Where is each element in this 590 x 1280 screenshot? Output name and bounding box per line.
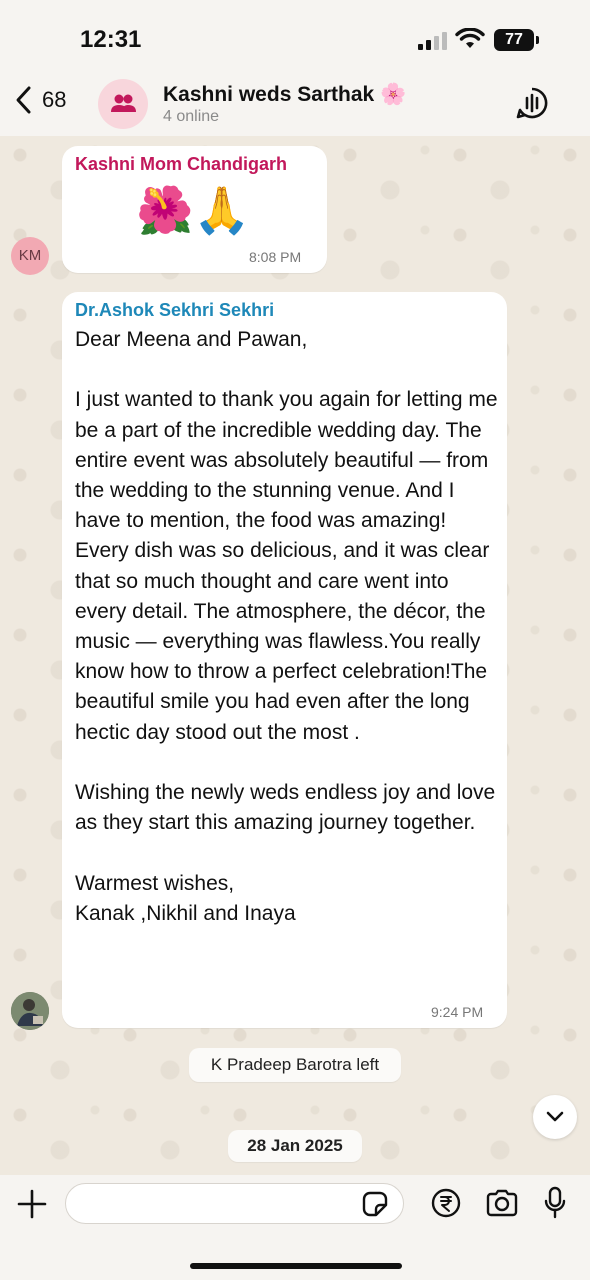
avatar[interactable]: KM: [11, 237, 49, 275]
status-bar: 12:31 77: [0, 0, 590, 70]
message-emoji: 🌺🙏: [136, 184, 251, 236]
home-indicator: [190, 1263, 402, 1269]
chat-header: 68 Kashni weds Sarthak 🌸 4 online: [0, 70, 590, 136]
battery-icon: 77: [494, 29, 539, 51]
group-name[interactable]: Kashni weds Sarthak 🌸: [163, 83, 406, 107]
message-sender[interactable]: Dr.Ashok Sekhri Sekhri: [75, 300, 274, 321]
date-separator: 28 Jan 2025: [228, 1130, 362, 1162]
message-time: 8:08 PM: [249, 249, 302, 265]
message-bubble[interactable]: Kashni Mom Chandigarh 🌺🙏 8:08 PM: [62, 146, 327, 273]
back-chevron-icon: [16, 86, 31, 114]
call-icon[interactable]: [515, 86, 549, 120]
mic-icon[interactable]: [543, 1186, 567, 1220]
group-icon: [111, 94, 136, 112]
chevron-down-icon: [546, 1111, 564, 1122]
status-time: 12:31: [80, 26, 142, 53]
back-button[interactable]: 68: [14, 84, 66, 116]
composer-bar: [0, 1175, 590, 1280]
group-avatar[interactable]: [98, 79, 148, 129]
message-sender[interactable]: Kashni Mom Chandigarh: [75, 154, 287, 175]
scroll-down-button[interactable]: [533, 1095, 577, 1139]
message-bubble[interactable]: Dr.Ashok Sekhri Sekhri Dear Meena and Pa…: [62, 292, 507, 1028]
sticker-icon[interactable]: [362, 1191, 388, 1217]
message-time: 9:24 PM: [431, 1004, 484, 1020]
signal-icon: [418, 30, 448, 50]
wifi-icon: [455, 28, 485, 48]
message-text: Dear Meena and Pawan, I just wanted to t…: [75, 328, 498, 925]
rupee-icon[interactable]: [431, 1188, 461, 1218]
avatar[interactable]: [11, 992, 49, 1030]
plus-icon[interactable]: [16, 1188, 48, 1220]
camera-icon[interactable]: [485, 1189, 519, 1217]
system-notice: K Pradeep Barotra left: [189, 1048, 401, 1082]
message-input[interactable]: [65, 1183, 404, 1224]
online-status: 4 online: [163, 108, 220, 125]
unread-count: 68: [42, 87, 67, 112]
